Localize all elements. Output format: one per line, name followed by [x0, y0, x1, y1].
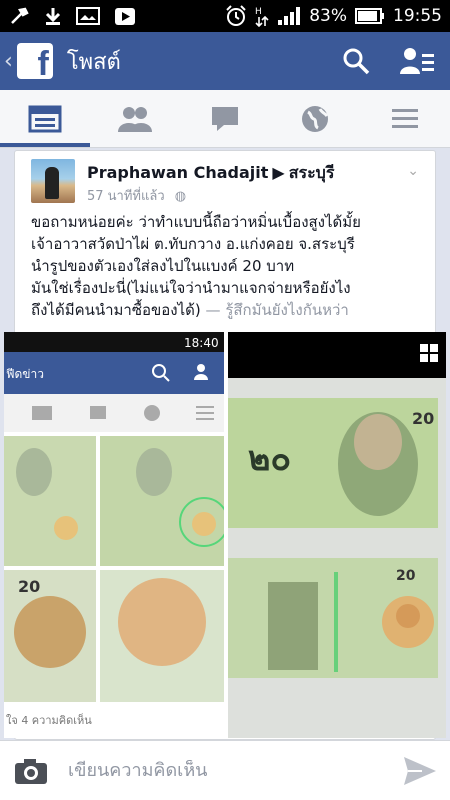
post-options-chevron-icon[interactable]: ⌄ [407, 163, 419, 179]
battery-icon [355, 8, 384, 24]
note-value-bottom: 20 [396, 568, 416, 584]
download-icon [45, 8, 61, 25]
page-title: โพสต์ [66, 49, 121, 75]
search-icon[interactable] [342, 47, 370, 75]
news-feed-icon [28, 105, 62, 132]
chat-bubble-icon [212, 106, 238, 131]
post-text: ขอถามหน่อยค่ะ ว่าทำแบบนี้ถือว่าหมิ่นเบื้… [31, 211, 425, 321]
comment-composer [0, 740, 450, 800]
post-line: เจ้าอาวาสวัดป่าไผ่ ต.ทับกวาง อ.แก่งคอย จ… [31, 235, 355, 253]
tab-bar [0, 90, 450, 148]
alarm-icon [226, 5, 246, 26]
post-photos: 18:40 ฟีดข่าว 20 ใจ 4 ความคิดเห็น ๒๐ 20 … [4, 332, 446, 738]
embedded-screenshot-image: 18:40 ฟีดข่าว 20 ใจ 4 ความคิดเห็น [4, 332, 224, 738]
tab-notifications[interactable] [270, 90, 360, 147]
send-icon[interactable] [402, 755, 438, 787]
post-meta: 57 นาทีที่แล้ว ◍ [87, 185, 186, 206]
svg-text:20: 20 [18, 577, 40, 596]
photo-banknote[interactable]: ๒๐ 20 20 [228, 332, 446, 738]
hamburger-menu-icon [392, 108, 418, 128]
note-value-top: 20 [412, 409, 434, 428]
friends-icon [118, 106, 152, 132]
back-chevron-icon[interactable]: ‹ [4, 49, 13, 74]
inner-header: ฟีดข่าว [6, 367, 44, 381]
battery-percent: 83% [309, 6, 347, 26]
status-bar: H 83% 19:55 [0, 0, 450, 32]
post-author-line: Praphawan Chadajit ▶ สระบุรี [87, 161, 334, 186]
camera-icon[interactable] [14, 757, 48, 785]
clock: 19:55 [393, 6, 442, 26]
svg-text:๒๐: ๒๐ [248, 439, 291, 479]
post-line: นำรูปของตัวเองใส่ลงไปในแบงค์ 20 บาท [31, 257, 295, 275]
svg-text:H: H [255, 7, 262, 17]
signal-icon [278, 7, 301, 25]
inner-time: 18:40 [184, 336, 219, 350]
facebook-logo-icon[interactable]: f [16, 43, 53, 79]
feeling-text[interactable]: — รู้สึกมันยังไงกันหว่า [201, 301, 349, 319]
public-globe-icon: ◍ [174, 189, 187, 204]
author-name[interactable]: Praphawan Chadajit [87, 163, 268, 182]
author-avatar[interactable] [31, 159, 75, 203]
post-line: มันใช่เรื่องปะนี่(ไม่แน่ใจว่านำมาแจกจ่าย… [31, 279, 351, 297]
data-arrows-icon: H [255, 7, 269, 27]
wrench-icon [11, 7, 29, 24]
post-last-text: ถึงได้มีคนนำมาซื้อของได้) [31, 301, 201, 319]
image-icon [76, 7, 100, 25]
tab-news-feed[interactable] [0, 90, 90, 147]
post-line-last: ถึงได้มีคนนำมาซื้อของได้) — รู้สึกมันยัง… [31, 299, 425, 321]
tab-messages[interactable] [180, 90, 270, 147]
banknote-image: ๒๐ 20 20 [228, 332, 446, 738]
arrow-right-icon: ▶ [272, 163, 285, 182]
photo-screenshot[interactable]: 18:40 ฟีดข่าว 20 ใจ 4 ความคิดเห็น [4, 332, 224, 738]
friends-list-icon[interactable] [400, 46, 434, 76]
globe-icon [302, 105, 329, 132]
inner-footer: ใจ 4 ความคิดเห็น [6, 713, 92, 727]
tab-friend-requests[interactable] [90, 90, 180, 147]
post-location[interactable]: สระบุรี [289, 163, 335, 182]
post-line: ขอถามหน่อยค่ะ ว่าทำแบบนี้ถือว่าหมิ่นเบื้… [31, 213, 361, 231]
play-store-icon [115, 8, 135, 25]
tab-more[interactable] [360, 90, 450, 147]
app-bar: ‹ f โพสต์ [0, 32, 450, 90]
post-timestamp[interactable]: 57 นาทีที่แล้ว [87, 189, 165, 204]
comment-input[interactable] [68, 760, 388, 781]
